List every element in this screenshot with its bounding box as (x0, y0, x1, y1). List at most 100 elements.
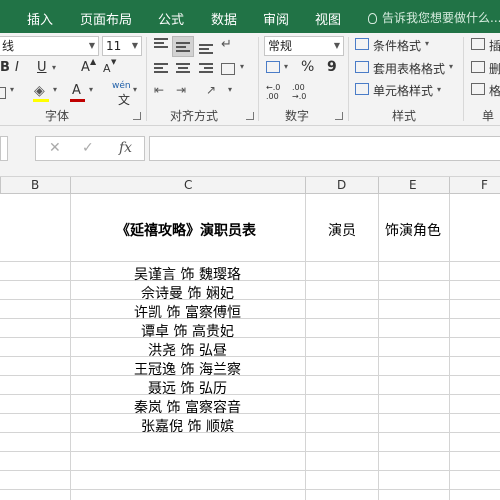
chevron-down-icon: ▾ (425, 39, 430, 48)
chevron-down-icon: ▾ (228, 85, 233, 94)
font-size-value: 11 (106, 39, 122, 53)
decrease-indent-icon[interactable]: ⇤ (154, 83, 164, 97)
orientation-icon[interactable]: ↗ (206, 83, 216, 97)
column-separator (305, 177, 306, 194)
tab-insert[interactable]: 插入 (27, 9, 53, 28)
chevron-down-icon: ▾ (52, 63, 57, 72)
decrease-decimal-button[interactable]: .00 →.0 (292, 83, 314, 101)
font-group-label: 字体 (45, 109, 70, 123)
worksheet-grid[interactable]: 《延禧攻略》演职员表 演员 饰演角色 吴谨言 饰 魏璎珞 佘诗曼 饰 娴妃 许凯… (0, 194, 500, 500)
chevron-down-icon: ▾ (240, 62, 245, 71)
cast-row-cell[interactable]: 张嘉倪 饰 顺嫔 (70, 416, 305, 436)
chevron-down-icon: ▼ (88, 41, 95, 50)
tab-data[interactable]: 数据 (211, 9, 237, 28)
cast-row-cell[interactable]: 王冠逸 饰 海兰察 (70, 359, 305, 379)
grow-font-button[interactable]: A (81, 60, 90, 75)
comma-style-button[interactable]: 9 (327, 59, 337, 75)
sheet-title-cell[interactable]: 《延禧攻略》演职员表 (116, 220, 256, 240)
merge-center-icon[interactable] (221, 63, 235, 75)
align-left-icon[interactable] (154, 63, 168, 75)
format-cells-button[interactable]: 格 (489, 82, 500, 99)
cast-row-cell[interactable]: 洪尧 饰 弘昼 (70, 340, 305, 360)
column-separator (378, 177, 379, 194)
ribbon-tab-bar: 插入 页面布局 公式 数据 审阅 视图 告诉我您想要做什么... (0, 0, 500, 33)
cell-styles-icon (355, 83, 369, 95)
gridline (0, 489, 500, 490)
actor-header-cell[interactable]: 演员 (328, 220, 356, 240)
phonetic-guide-button[interactable]: wén (112, 81, 131, 91)
gridline (378, 194, 379, 500)
format-cells-icon (471, 83, 485, 95)
dialog-launcher-icon[interactable] (133, 112, 141, 120)
shrink-font-button[interactable]: A (103, 62, 111, 75)
format-as-table-icon (355, 61, 369, 73)
underline-button[interactable]: U (37, 60, 47, 75)
chevron-down-icon: ▾ (89, 85, 94, 94)
font-color-swatch (70, 99, 85, 102)
cast-row-cell[interactable]: 聂远 饰 弘历 (70, 378, 305, 398)
number-format-value: 常规 (268, 39, 293, 53)
cancel-icon[interactable]: ✕ (49, 140, 61, 156)
formula-bar: ✕ ✓ fx (0, 126, 500, 176)
wrap-text-icon[interactable]: ↵ (221, 37, 232, 52)
bold-button[interactable]: B (0, 60, 10, 75)
conditional-format-icon (355, 38, 369, 50)
cast-row-cell[interactable]: 许凯 饰 富察傅恒 (70, 302, 305, 322)
align-right-icon[interactable] (199, 63, 213, 75)
font-name-combo[interactable]: 线 ▼ (0, 36, 99, 56)
column-header-b[interactable]: B (31, 178, 39, 192)
column-header-c[interactable]: C (184, 178, 192, 192)
delete-cells-button[interactable]: 删 (489, 60, 500, 77)
percent-button[interactable]: % (301, 59, 314, 75)
gridline (449, 194, 450, 500)
accounting-format-icon[interactable] (266, 61, 280, 73)
cell-styles-button[interactable]: 单元格样式 (373, 82, 433, 99)
column-header-row: B C D E F (0, 176, 500, 194)
formula-input[interactable] (149, 136, 500, 161)
dialog-launcher-icon[interactable] (335, 112, 343, 120)
cast-row-cell[interactable]: 秦岚 饰 富察容音 (70, 397, 305, 417)
bottom-align-icon[interactable] (199, 44, 213, 56)
column-header-f[interactable]: F (481, 178, 488, 192)
tab-page-layout[interactable]: 页面布局 (80, 9, 132, 28)
fill-color-icon[interactable]: ◈ (34, 83, 45, 99)
chevron-down-icon: ▾ (449, 62, 454, 71)
italic-button[interactable]: I (15, 60, 19, 75)
borders-icon[interactable] (0, 87, 6, 99)
tab-formulas[interactable]: 公式 (158, 9, 184, 28)
tab-view[interactable]: 视图 (315, 9, 341, 28)
chevron-down-icon: ▼ (333, 41, 340, 50)
middle-align-icon[interactable] (176, 42, 190, 54)
cast-row-cell[interactable]: 佘诗曼 饰 娴妃 (70, 283, 305, 303)
chevron-down-icon: ▾ (437, 85, 442, 94)
cast-row-cell[interactable]: 谭卓 饰 高贵妃 (70, 321, 305, 341)
fill-color-swatch (33, 99, 49, 102)
align-center-icon[interactable] (176, 63, 190, 75)
insert-function-icon[interactable]: fx (119, 140, 132, 156)
column-header-e[interactable]: E (409, 178, 417, 192)
dialog-launcher-icon[interactable] (246, 112, 254, 120)
group-divider (258, 37, 259, 121)
enter-icon[interactable]: ✓ (82, 140, 94, 156)
conditional-format-button[interactable]: 条件格式 (373, 37, 421, 54)
gridline (305, 194, 306, 500)
increase-indent-icon[interactable]: ⇥ (176, 83, 186, 97)
insert-cells-button[interactable]: 插 (489, 37, 500, 54)
tell-me-text: 告诉我您想要做什么... (382, 11, 500, 25)
number-format-combo[interactable]: 常规 ▼ (264, 36, 344, 56)
tell-me-search[interactable]: 告诉我您想要做什么... (368, 9, 500, 26)
name-box[interactable] (0, 136, 8, 161)
alignment-group-label: 对齐方式 (170, 109, 219, 123)
column-header-d[interactable]: D (337, 178, 346, 192)
number-group-label: 数字 (285, 109, 310, 123)
styles-group-label: 样式 (392, 109, 417, 123)
increase-decimal-button[interactable]: ←.0 .00 (266, 83, 288, 101)
role-header-cell[interactable]: 饰演角色 (385, 220, 441, 240)
font-size-combo[interactable]: 11 ▼ (102, 36, 142, 56)
cast-row-cell[interactable]: 吴谨言 饰 魏璎珞 (70, 264, 305, 284)
format-as-table-button[interactable]: 套用表格格式 (373, 60, 445, 77)
tab-review[interactable]: 审阅 (263, 9, 289, 28)
font-color-button[interactable]: A (72, 83, 81, 98)
column-separator (70, 177, 71, 194)
top-align-icon[interactable] (154, 38, 168, 50)
